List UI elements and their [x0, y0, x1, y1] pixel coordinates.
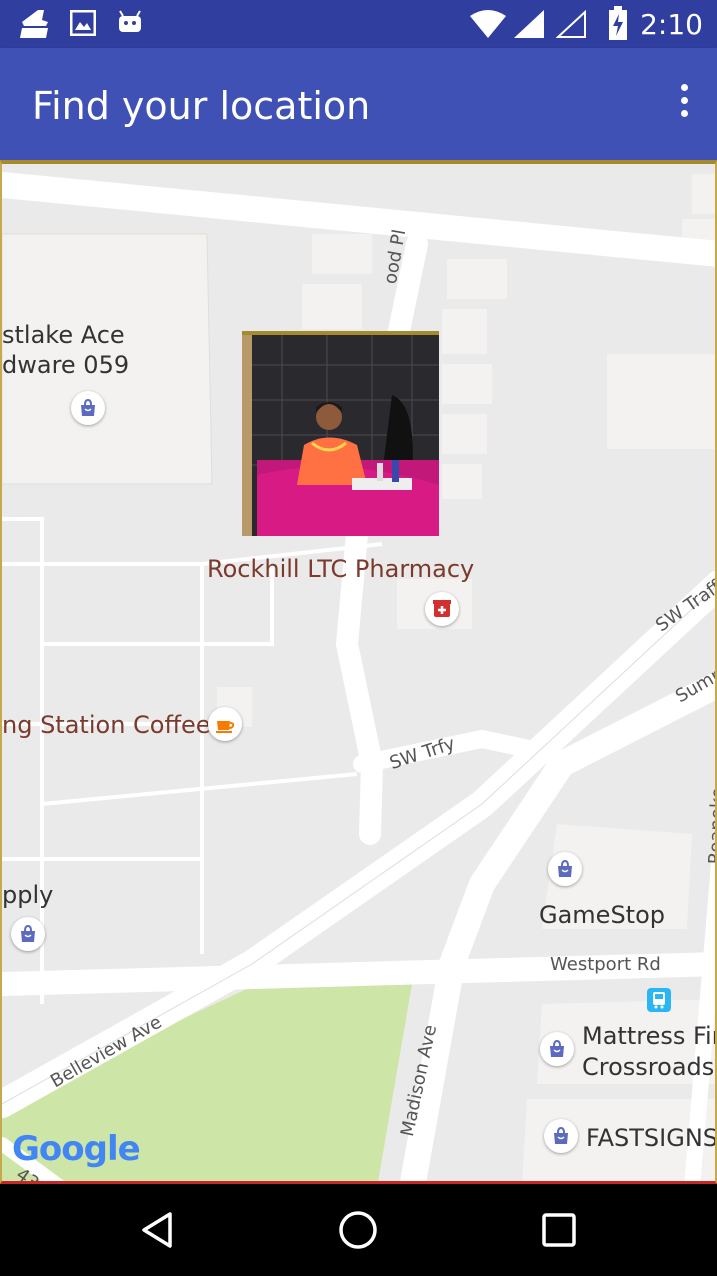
shopping-bag-icon[interactable] — [11, 917, 45, 951]
place-label-mattress: Crossroads — [582, 1053, 715, 1081]
shopping-bag-icon[interactable] — [540, 1032, 574, 1066]
street-label: Westport Rd — [550, 954, 661, 975]
home-icon[interactable] — [334, 1206, 382, 1254]
shopping-bag-icon[interactable] — [71, 391, 105, 425]
bus-stop-icon[interactable] — [647, 988, 671, 1012]
google-logo: Google — [12, 1129, 141, 1169]
map-view[interactable]: ood Pl SW Traffi Summ SW Trfy Westport R… — [0, 160, 717, 1184]
place-label-fastsigns: FASTSIGNS — [586, 1124, 717, 1152]
user-photo — [242, 335, 439, 536]
coffee-icon[interactable] — [208, 707, 242, 741]
place-label-hardware: stlake Ace — [2, 321, 125, 349]
page-title: Find your location — [32, 84, 371, 128]
cleaner-icon — [20, 10, 48, 38]
wifi-icon — [470, 10, 506, 38]
place-label-coffee: ng Station Coffee — [2, 711, 211, 739]
cell-signal-empty-icon — [556, 10, 586, 38]
back-icon[interactable] — [134, 1206, 182, 1254]
recents-icon[interactable] — [535, 1206, 583, 1254]
place-label-mattress: Mattress Fir — [582, 1022, 717, 1050]
user-location-marker-photo[interactable] — [242, 331, 439, 536]
shopping-bag-icon[interactable] — [544, 1119, 578, 1153]
app-bar: Find your location — [0, 48, 717, 160]
shopping-bag-icon[interactable] — [548, 852, 582, 886]
more-vert-icon[interactable] — [679, 84, 691, 124]
status-bar: 2:10 — [0, 0, 717, 48]
street-label: Roanoke — [705, 787, 717, 865]
place-label-pharmacy: Rockhill LTC Pharmacy — [207, 555, 475, 583]
place-label-hardware: dware 059 — [2, 351, 130, 379]
android-icon — [119, 10, 141, 32]
image-icon — [70, 10, 96, 36]
place-label-gamestop: GameStop — [539, 901, 666, 929]
pharmacy-icon[interactable] — [425, 592, 459, 626]
place-label-supply: pply — [2, 881, 54, 909]
cell-signal-icon — [514, 10, 544, 38]
status-time: 2:10 — [640, 8, 703, 41]
navigation-bar — [0, 1184, 717, 1276]
battery-charging-icon — [609, 6, 627, 40]
